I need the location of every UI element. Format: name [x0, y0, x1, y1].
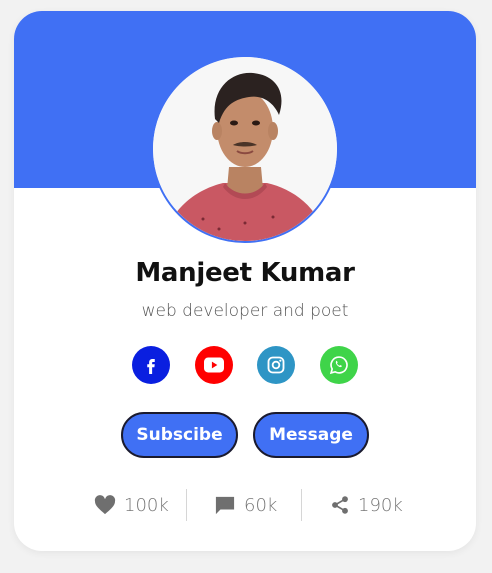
- share-icon: [332, 496, 348, 514]
- stats-divider: [186, 489, 187, 521]
- instagram-icon: [267, 356, 285, 374]
- heart-icon: [94, 495, 116, 515]
- comments-stat: 60k: [214, 489, 277, 521]
- subscribe-button[interactable]: Subscibe: [121, 412, 238, 458]
- profile-stats: 100k 60k 190k: [14, 489, 476, 521]
- likes-count: 100k: [124, 494, 169, 516]
- shares-stat: 190k: [330, 489, 403, 521]
- comment-icon: [215, 496, 235, 515]
- instagram-link[interactable]: [257, 346, 295, 384]
- social-links: [14, 346, 476, 386]
- youtube-icon: [204, 357, 224, 373]
- youtube-link[interactable]: [195, 346, 233, 384]
- facebook-icon: [147, 359, 155, 374]
- shares-count: 190k: [358, 494, 403, 516]
- whatsapp-link[interactable]: [320, 346, 358, 384]
- message-button[interactable]: Message: [253, 412, 369, 458]
- likes-stat: 100k: [94, 489, 169, 521]
- stats-divider: [301, 489, 302, 521]
- avatar-photo: [153, 57, 337, 241]
- profile-name: Manjeet Kumar: [135, 258, 355, 288]
- profile-card: Manjeet Kumar web developer and poet Sub…: [14, 11, 476, 551]
- avatar: [151, 55, 339, 243]
- whatsapp-icon: [329, 356, 348, 375]
- profile-role: web developer and poet: [141, 301, 349, 321]
- comments-count: 60k: [244, 494, 278, 516]
- facebook-link[interactable]: [132, 346, 170, 384]
